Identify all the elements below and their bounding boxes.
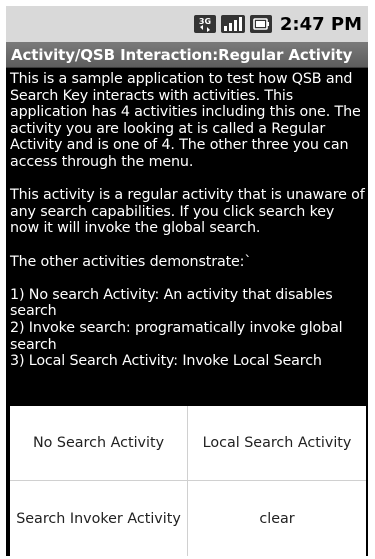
status-bar: 3G 2:47 PM [6, 6, 368, 42]
svg-text:3G: 3G [199, 17, 211, 26]
list-item: 2) Invoke search: programatically invoke… [10, 319, 343, 353]
search-invoker-activity-button[interactable]: Search Invoker Activity [10, 481, 188, 556]
demonstrate-heading: The other activities demonstrate:` [10, 253, 252, 270]
status-time: 2:47 PM [279, 13, 362, 35]
3g-data-icon: 3G [193, 14, 216, 34]
battery-icon [249, 14, 272, 34]
signal-strength-icon [220, 14, 245, 34]
clear-button[interactable]: clear [188, 481, 366, 556]
page-title: Activity/QSB Interaction:Regular Activit… [11, 45, 353, 64]
list-item: 1) No search Activity: An activity that … [10, 286, 333, 320]
regular-activity-paragraph: This activity is a regular activity that… [10, 187, 365, 237]
local-search-activity-button[interactable]: Local Search Activity [188, 406, 366, 481]
no-search-activity-button[interactable]: No Search Activity [10, 406, 188, 481]
intro-paragraph: This is a sample application to test how… [10, 71, 361, 170]
list-item: 3) Local Search Activity: Invoke Local S… [10, 353, 322, 370]
phone-screen: 3G 2:47 PM Activity/QSB Interaction:Regu… [6, 6, 368, 556]
title-bar: Activity/QSB Interaction:Regular Activit… [6, 42, 368, 68]
description-text: This is a sample application to test how… [10, 71, 365, 370]
options-menu: No Search Activity Local Search Activity… [10, 406, 366, 556]
